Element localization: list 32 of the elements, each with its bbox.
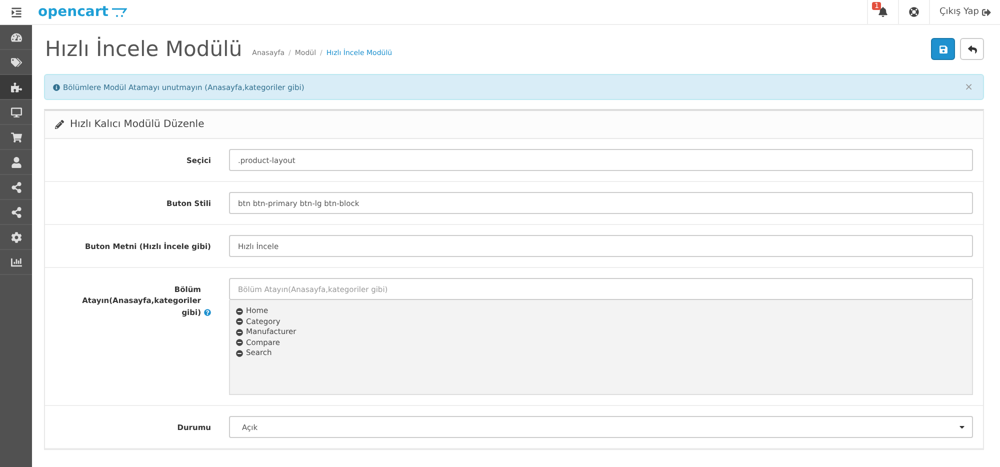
dashboard-icon [10,32,22,42]
panel-title: Hızlı Kalıcı Modülü Düzenle [70,119,204,130]
menu-icon[interactable] [10,6,22,18]
back-button[interactable] [960,38,984,60]
cart-logo-icon [111,7,128,17]
reply-icon [968,44,976,54]
remove-icon[interactable] [236,350,243,357]
pencil-icon [55,120,64,129]
bar-chart-icon [10,256,22,268]
settings-icon [10,232,22,242]
save-icon [938,44,948,54]
puzzle-icon [10,82,22,92]
remove-icon[interactable] [236,328,243,336]
user-icon [10,156,22,168]
logout-icon [982,8,991,16]
caret-icon [958,423,966,431]
remove-icon[interactable] [236,318,243,326]
page-title: Hızlı İncele Modülü [45,37,242,61]
logout-link[interactable]: Çıkış Yap [929,0,1000,24]
save-button[interactable] [931,38,955,60]
remove-icon[interactable] [236,308,243,315]
sidebar-item[interactable] [0,75,32,100]
tags-icon [10,56,22,68]
bell-icon[interactable] [878,7,888,17]
monitor-icon [10,106,22,118]
share-icon [10,206,22,218]
cart-icon [10,132,22,142]
share-icon [10,182,22,192]
help-icon[interactable] [909,7,920,17]
logo[interactable]: opencart [38,4,108,20]
info-icon [53,84,60,90]
remove-icon[interactable] [236,339,243,346]
